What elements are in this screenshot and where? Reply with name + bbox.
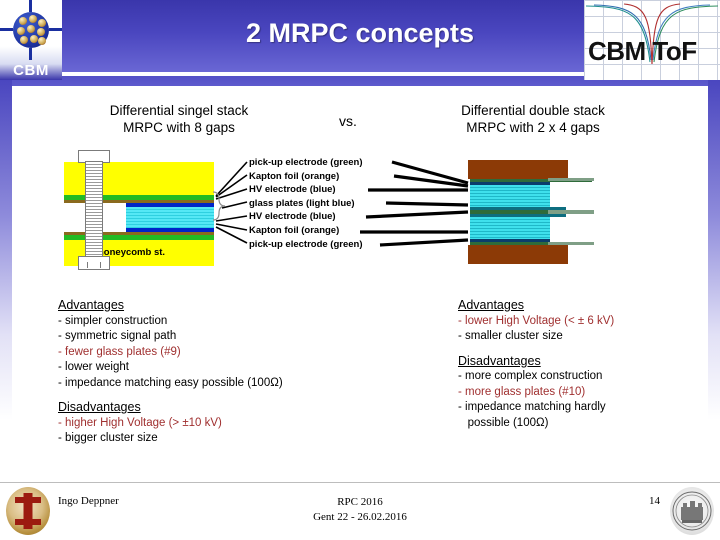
footer-event-name: RPC 2016 (337, 496, 383, 508)
cbm-tof-logo: CBM ToF (584, 0, 720, 80)
cbm-arrow-up-icon (29, 0, 32, 12)
left-pros-cons: Advantages - simpler construction - symm… (58, 298, 408, 447)
right-disadvantages-heading: Disadvantages (458, 353, 541, 368)
left-advantage-item: - fewer glass plates (#9) (58, 345, 181, 358)
double-stack-diagram (460, 160, 640, 264)
left-disadvantage-item: - bigger cluster size (58, 432, 158, 444)
cbm-arrow-down-icon (29, 48, 32, 60)
cbm-logo: CBM (0, 0, 62, 80)
double-honeycomb-top (468, 160, 568, 179)
right-disadvantage-item: - impedance matching hardly (458, 401, 606, 413)
slide-number: 14 (649, 495, 660, 507)
right-concept-line2: MRPC with 2 x 4 gaps (466, 120, 600, 135)
left-concept-line2: MRPC with 8 gaps (123, 120, 235, 135)
layer-label: Kapton foil (orange) (249, 224, 340, 236)
footer-author: Ingo Deppner (58, 495, 119, 507)
glass-plates-stack (126, 207, 214, 228)
double-honeycomb-bottom (468, 245, 568, 264)
right-rail (708, 80, 720, 420)
layer-label: pick-up electrode (green) (249, 157, 363, 168)
bolt-shaft (85, 161, 103, 258)
layer-label: Kapton foil (orange) (249, 170, 340, 182)
layer-label: pick-up electrode (green) (249, 238, 363, 250)
university-seal-logo (670, 487, 714, 535)
double-pickup-top-ext (548, 178, 594, 181)
left-advantage-item: - impedance matching easy possible (100Ω… (58, 376, 283, 389)
seal-top-bar (15, 497, 41, 503)
cbm-logo-label: CBM (13, 62, 49, 79)
single-stack-diagram: honeycomb st. (58, 150, 248, 270)
left-concept-subtitle: Differential singel stack MRPC with 8 ga… (68, 102, 290, 136)
footer-event-date: Gent 22 - 26.02.2016 (313, 511, 407, 523)
cbm-tof-logo-label: CBM ToF (588, 36, 697, 66)
seal-bottom-bar (15, 519, 41, 525)
cbm-arrow-left-icon (0, 28, 13, 31)
right-advantages-heading: Advantages (458, 298, 525, 312)
gsi-seal-logo (6, 487, 50, 535)
left-advantages-heading: Advantages (58, 298, 125, 312)
footer-divider (0, 482, 720, 483)
double-glass-stack-bottom (470, 217, 550, 239)
vs-label: vs. (339, 113, 357, 129)
slide: 2 MRPC concepts CBM CBM ToF Differential… (0, 0, 720, 540)
left-concept-line1: Differential singel stack (109, 103, 249, 118)
right-concept-subtitle: Differential double stack MRPC with 2 x … (408, 102, 658, 136)
bolt-thread (86, 162, 102, 257)
left-advantage-item: - lower weight (58, 361, 129, 373)
right-pros-cons: Advantages - lower High Voltage (< ± 6 k… (458, 298, 698, 431)
left-rail (0, 80, 12, 420)
left-advantage-item: - simpler construction (58, 314, 168, 327)
left-disadvantage-item: - higher High Voltage (> ±10 kV) (58, 416, 222, 429)
right-disadvantage-item: - more glass plates (#10) (458, 385, 586, 398)
right-advantage-item: - lower High Voltage (< ± 6 kV) (458, 314, 615, 327)
footer-event: RPC 2016 Gent 22 - 26.02.2016 (230, 495, 490, 525)
university-seal-icon (672, 491, 712, 531)
layer-label: glass plates (light blue) (249, 197, 355, 209)
layer-label: HV electrode (blue) (249, 211, 336, 223)
right-disadvantage-item: possible (100Ω) (458, 416, 549, 429)
layer-label-list: pick-up electrode (green) Kapton foil (o… (249, 156, 409, 251)
right-concept-line1: Differential double stack (461, 103, 605, 118)
double-glass-stack-top (470, 185, 550, 207)
cbm-arrow-right-icon (49, 28, 62, 31)
right-disadvantage-item: - more complex construction (458, 370, 603, 382)
left-disadvantages-heading: Disadvantages (58, 400, 141, 414)
bolt-notch (87, 262, 101, 268)
left-advantage-item: - symmetric signal path (58, 330, 177, 342)
layer-label: HV electrode (blue) (249, 184, 336, 196)
right-advantage-item: - smaller cluster size (458, 330, 563, 342)
cbm-nucleus-icon (13, 12, 49, 48)
